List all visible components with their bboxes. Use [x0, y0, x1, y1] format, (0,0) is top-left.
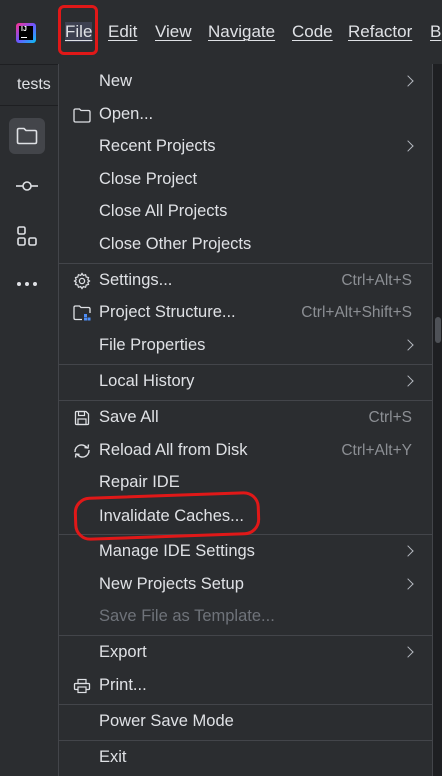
menu-item-exit[interactable]: Exit [59, 742, 432, 774]
editor-edge [433, 65, 442, 776]
menu-item-power-save-mode[interactable]: Power Save Mode [59, 706, 432, 738]
menu-view[interactable]: View [155, 22, 192, 42]
menu-item-label: Close Other Projects [99, 235, 252, 253]
folder-icon [16, 127, 38, 145]
project-structure-icon [72, 304, 92, 322]
gear-icon [72, 272, 92, 290]
menu-separator [59, 263, 432, 264]
menu-item-label: Manage IDE Settings [99, 542, 255, 560]
menu-item-label: Power Save Mode [99, 712, 234, 730]
menu-item-close-project[interactable]: Close Project [59, 164, 432, 196]
menu-item-close-other-projects[interactable]: Close Other Projects [59, 229, 432, 261]
structure-tool-button[interactable] [9, 218, 45, 254]
menu-item-label: Local History [99, 372, 195, 390]
chevron-right-icon [402, 646, 414, 658]
menu-item-settings[interactable]: Settings... Ctrl+Alt+S [59, 265, 432, 297]
menu-separator [59, 704, 432, 705]
scrollbar-thumb[interactable] [435, 317, 441, 343]
menu-item-close-all-projects[interactable]: Close All Projects [59, 196, 432, 228]
tool-window-strip [0, 106, 58, 776]
menu-item-label: New [99, 72, 133, 90]
menu-item-reload-all[interactable]: Reload All from Disk Ctrl+Alt+Y [59, 435, 432, 467]
menu-item-label: Save All [99, 408, 159, 426]
menu-item-project-structure[interactable]: Project Structure... Ctrl+Alt+Shift+S [59, 297, 432, 329]
chevron-right-icon [402, 375, 414, 387]
more-tools-button[interactable] [9, 266, 45, 302]
chevron-right-icon [402, 75, 414, 87]
menu-navigate[interactable]: Navigate [208, 22, 275, 42]
project-tab-label: tests [17, 76, 51, 93]
menu-item-label: Open... [99, 105, 154, 123]
menu-item-shortcut: Ctrl+Alt+Y [341, 442, 412, 459]
menu-refactor[interactable]: Refactor [348, 22, 412, 42]
menu-edit[interactable]: Edit [108, 22, 137, 42]
folder-icon [72, 106, 92, 124]
menu-item-label: Exit [99, 748, 127, 766]
menu-item-new[interactable]: New [59, 66, 432, 98]
commit-tool-button[interactable] [9, 168, 45, 204]
chevron-right-icon [402, 545, 414, 557]
file-menu-highlight-annotation [58, 5, 98, 55]
menu-item-label: Print... [99, 676, 147, 694]
menu-separator [59, 635, 432, 636]
invalidate-caches-highlight-annotation [73, 490, 261, 542]
menu-code[interactable]: Code [292, 22, 333, 42]
menu-item-shortcut: Ctrl+S [368, 409, 413, 426]
save-icon [72, 409, 92, 427]
structure-icon [17, 226, 37, 246]
menu-item-label: Close All Projects [99, 202, 228, 220]
menu-item-local-history[interactable]: Local History [59, 366, 432, 398]
menu-item-shortcut: Ctrl+Alt+S [341, 272, 412, 289]
menu-build[interactable]: B [430, 22, 441, 42]
menu-item-label: Close Project [99, 170, 198, 188]
menu-item-new-projects-setup[interactable]: New Projects Setup [59, 569, 432, 601]
reload-icon [72, 442, 92, 460]
menu-separator [59, 740, 432, 741]
menu-item-open[interactable]: Open... [59, 99, 432, 131]
menu-item-export[interactable]: Export [59, 637, 432, 669]
print-icon [72, 677, 92, 695]
menu-item-label: Reload All from Disk [99, 441, 248, 459]
menu-item-label: Repair IDE [99, 473, 180, 491]
menu-item-save-file-as-template: Save File as Template... [59, 601, 432, 633]
chevron-right-icon [402, 578, 414, 590]
menu-item-label: Settings... [99, 271, 173, 289]
menu-item-label: Save File as Template... [99, 607, 275, 625]
menu-item-recent-projects[interactable]: Recent Projects [59, 131, 432, 163]
menu-item-label: New Projects Setup [99, 575, 244, 593]
project-tab[interactable]: tests [0, 65, 58, 106]
project-tool-button[interactable] [9, 118, 45, 154]
menu-item-shortcut: Ctrl+Alt+Shift+S [301, 304, 412, 321]
more-icon [17, 282, 37, 286]
file-menu-dropdown: New Open... Recent Projects Close Projec… [58, 64, 433, 776]
menu-item-save-all[interactable]: Save All Ctrl+S [59, 402, 432, 434]
menu-separator [59, 364, 432, 365]
menu-item-label: File Properties [99, 336, 206, 354]
chevron-right-icon [402, 339, 414, 351]
menu-item-manage-ide-settings[interactable]: Manage IDE Settings [59, 536, 432, 568]
menu-item-label: Recent Projects [99, 137, 216, 155]
menu-item-label: Project Structure... [99, 303, 236, 321]
intellij-logo-icon: IJ [16, 23, 36, 43]
menu-separator [59, 400, 432, 401]
commit-icon [16, 181, 38, 191]
logo-text: IJ [19, 26, 33, 40]
menu-item-file-properties[interactable]: File Properties [59, 330, 432, 362]
menu-item-print[interactable]: Print... [59, 670, 432, 702]
chevron-right-icon [402, 140, 414, 152]
menu-item-label: Export [99, 643, 147, 661]
